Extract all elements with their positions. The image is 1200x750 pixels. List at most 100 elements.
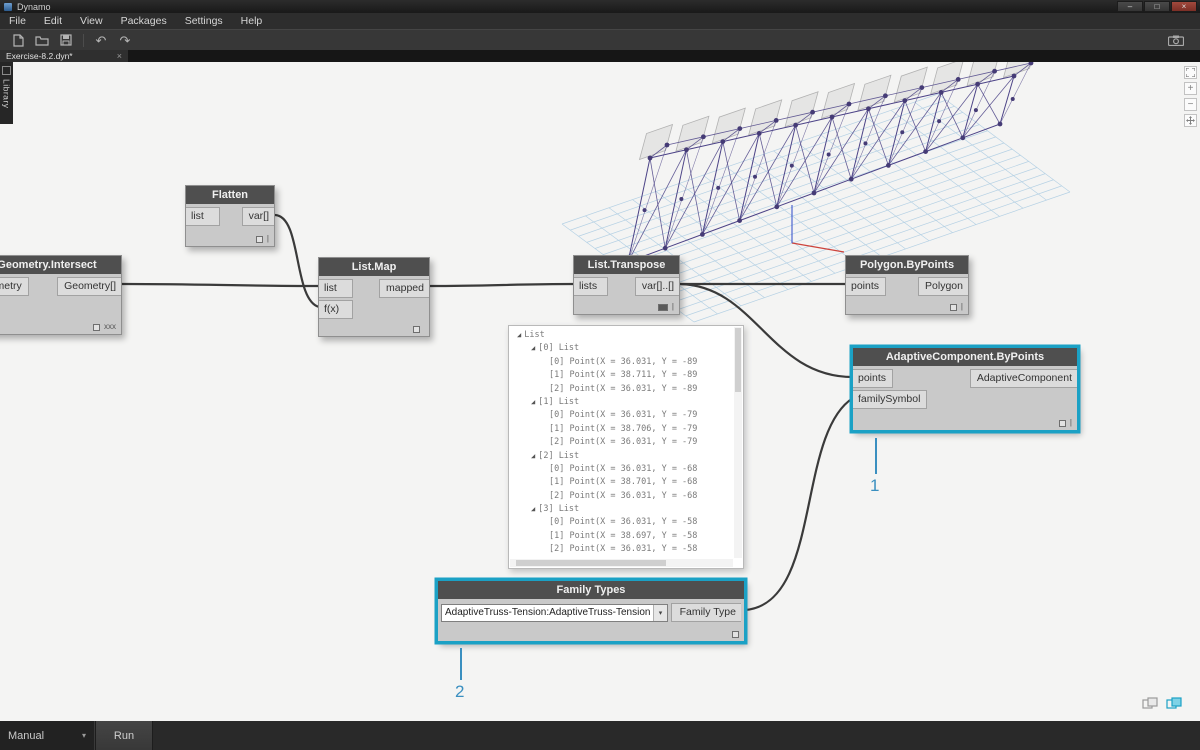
- fit-view-button[interactable]: [1184, 66, 1197, 79]
- wire[interactable]: [273, 213, 321, 309]
- geometry-preview-icon[interactable]: [1142, 697, 1160, 715]
- maximize-button[interactable]: □: [1144, 1, 1170, 12]
- canvas-nav-controls: + −: [1184, 66, 1197, 127]
- menu-help[interactable]: Help: [232, 13, 272, 29]
- menu-view[interactable]: View: [71, 13, 112, 29]
- output-port-polygon[interactable]: Polygon: [918, 277, 968, 296]
- pan-button[interactable]: [1184, 114, 1197, 127]
- preview-checkbox[interactable]: [413, 326, 420, 333]
- output-port-adaptivecomponent[interactable]: AdaptiveComponent: [969, 369, 1077, 388]
- run-mode-select[interactable]: Manual ▾: [0, 721, 95, 750]
- node-list-map[interactable]: List.Map list mapped f(x): [318, 257, 430, 337]
- family-type-dropdown[interactable]: AdaptiveTruss-Tension:AdaptiveTruss-Tens…: [441, 603, 668, 622]
- node-flatten[interactable]: Flatten list var[] |: [185, 185, 275, 247]
- input-port-points[interactable]: points: [846, 277, 887, 296]
- wire[interactable]: [743, 396, 855, 612]
- window-titlebar: Dynamo – □ ×: [0, 0, 1200, 13]
- node-title[interactable]: Geometry.Intersect: [0, 256, 121, 274]
- output-port-family-type[interactable]: Family Type: [670, 603, 741, 622]
- close-button[interactable]: ×: [1171, 1, 1197, 12]
- wire[interactable]: [428, 282, 576, 288]
- output-port-mapped[interactable]: mapped: [379, 279, 429, 298]
- output-port-var[interactable]: var[]..[]: [634, 277, 679, 296]
- lacing-indicator[interactable]: xxx: [104, 323, 116, 331]
- input-port-lists[interactable]: lists: [574, 277, 608, 296]
- watch-row: [0] Point(X = 36.031, Y = -79: [549, 410, 698, 421]
- tab-exercise[interactable]: Exercise-8.2.dyn* ×: [0, 50, 128, 62]
- input-port-fx[interactable]: f(x): [319, 300, 353, 319]
- menu-settings[interactable]: Settings: [176, 13, 232, 29]
- watch-row: [0] Point(X = 36.031, Y = -68: [549, 463, 698, 474]
- scrollbar-thumb[interactable]: [516, 560, 666, 566]
- toolbar-separator: [83, 33, 84, 47]
- family-type-value: AdaptiveTruss-Tension:AdaptiveTruss-Tens…: [445, 607, 651, 618]
- lacing-indicator[interactable]: |: [961, 303, 963, 311]
- input-port-familysymbol[interactable]: familySymbol: [853, 390, 928, 409]
- lacing-indicator[interactable]: |: [267, 235, 269, 243]
- node-list-transpose[interactable]: List.Transpose lists var[]..[] |: [573, 255, 680, 315]
- watch-row: [1] Point(X = 38.706, Y = -79: [549, 423, 698, 434]
- node-title[interactable]: AdaptiveComponent.ByPoints: [853, 348, 1077, 366]
- open-file-button[interactable]: [30, 32, 54, 49]
- new-file-button[interactable]: [6, 32, 30, 49]
- input-port-list[interactable]: list: [319, 279, 353, 298]
- workspace-canvas[interactable]: ◢ List ◢ [0] List [0] Point(X = 36.031, Y = …: [0, 0, 1200, 750]
- dynamo-app-icon: [4, 2, 12, 11]
- camera-icon: [1168, 35, 1184, 46]
- expander-icon[interactable]: ◢: [531, 505, 535, 513]
- expander-icon[interactable]: ◢: [531, 452, 535, 460]
- watch-horizontal-scrollbar[interactable]: [510, 559, 733, 567]
- dropdown-arrow-icon[interactable]: ▾: [653, 604, 667, 621]
- run-button[interactable]: Run: [95, 721, 153, 750]
- preview-checkbox[interactable]: [949, 303, 957, 311]
- minimize-button[interactable]: –: [1117, 1, 1143, 12]
- node-title[interactable]: Flatten: [186, 186, 274, 204]
- lacing-indicator[interactable]: |: [672, 303, 674, 311]
- watch-row: ◢ [3] List: [531, 504, 580, 515]
- input-port-list[interactable]: list: [186, 207, 220, 226]
- node-family-types[interactable]: Family Types AdaptiveTruss-Tension:Adapt…: [437, 580, 745, 642]
- output-port-geometry-list[interactable]: Geometry[]: [57, 277, 121, 296]
- library-label: Library: [1, 79, 12, 109]
- background-3d-preview-icon[interactable]: [1166, 697, 1184, 715]
- preview-checkbox[interactable]: [1058, 419, 1066, 427]
- watch-row: [2] Point(X = 36.031, Y = -89: [549, 383, 698, 394]
- node-title[interactable]: List.Map: [319, 258, 429, 276]
- preview-checkbox[interactable]: [93, 323, 100, 331]
- node-adaptivecomponent-bypoints[interactable]: AdaptiveComponent.ByPoints points Adapti…: [852, 347, 1078, 431]
- watch-row: [0] Point(X = 36.031, Y = -58: [549, 517, 698, 528]
- undo-button[interactable]: ↶: [89, 32, 113, 49]
- menu-file[interactable]: File: [0, 13, 35, 29]
- watch-vertical-scrollbar[interactable]: [734, 327, 742, 558]
- preview-checkbox[interactable]: [255, 235, 263, 243]
- expander-icon[interactable]: ◢: [531, 398, 535, 406]
- node-geometry-intersect[interactable]: Geometry.Intersect geometry Geometry[] x…: [0, 255, 122, 335]
- annotation-2-label: 2: [455, 682, 465, 701]
- expander-icon[interactable]: ◢: [517, 331, 521, 339]
- save-button[interactable]: [54, 32, 78, 49]
- menu-edit[interactable]: Edit: [35, 13, 71, 29]
- watch-preview-bubble[interactable]: ◢ List ◢ [0] List [0] Point(X = 36.031, Y = …: [508, 325, 744, 569]
- preview-checkbox[interactable]: [732, 631, 739, 638]
- output-port-var[interactable]: var[]: [241, 207, 274, 226]
- input-port-geometry[interactable]: geometry: [0, 277, 29, 296]
- menu-packages[interactable]: Packages: [112, 13, 176, 29]
- library-tab[interactable]: Library: [0, 62, 13, 124]
- node-title[interactable]: Polygon.ByPoints: [846, 256, 968, 274]
- scrollbar-thumb[interactable]: [735, 328, 741, 392]
- zoom-in-button[interactable]: +: [1184, 82, 1197, 95]
- export-image-button[interactable]: [1164, 32, 1188, 49]
- lacing-indicator[interactable]: |: [1070, 419, 1072, 427]
- node-title[interactable]: List.Transpose: [574, 256, 679, 274]
- redo-button[interactable]: ↷: [113, 32, 137, 49]
- tab-close-icon[interactable]: ×: [117, 51, 122, 61]
- wire[interactable]: [120, 282, 321, 288]
- open-file-icon: [35, 35, 49, 46]
- menu-bar: File Edit View Packages Settings Help: [0, 13, 1200, 29]
- preview-checkbox[interactable]: [657, 303, 668, 311]
- input-port-points[interactable]: points: [853, 369, 894, 388]
- expander-icon[interactable]: ◢: [531, 344, 535, 352]
- zoom-out-button[interactable]: −: [1184, 98, 1197, 111]
- node-title[interactable]: Family Types: [438, 581, 744, 599]
- node-polygon-bypoints[interactable]: Polygon.ByPoints points Polygon |: [845, 255, 969, 315]
